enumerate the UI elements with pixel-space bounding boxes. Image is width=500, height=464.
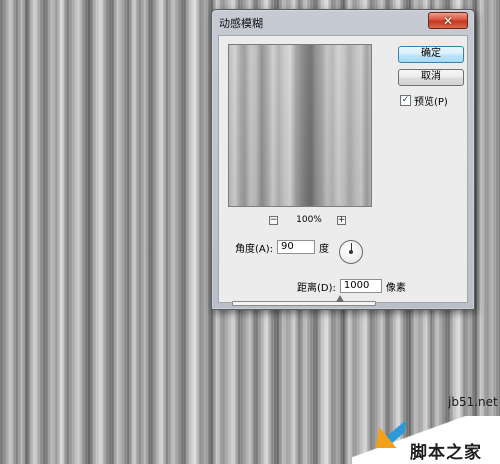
ok-button[interactable]: 确定 bbox=[398, 46, 464, 63]
preview-checkbox[interactable]: ✓ bbox=[400, 94, 411, 106]
motion-blur-dialog: 动感模糊 ✕ − 100% + 确定 取消 ✓ 预览(P) 角度(A): 90 bbox=[211, 9, 475, 310]
dialog-body: − 100% + 确定 取消 ✓ 预览(P) 角度(A): 90 度 距离(D)… bbox=[218, 35, 468, 306]
zoom-out-button[interactable]: − bbox=[269, 216, 278, 225]
dialog-titlebar[interactable]: 动感模糊 ✕ bbox=[212, 10, 474, 34]
distance-input[interactable]: 1000 bbox=[339, 279, 382, 293]
watermark-site: jb51.net bbox=[448, 395, 498, 409]
distance-unit: 像素 bbox=[385, 282, 406, 294]
angle-input[interactable]: 90 bbox=[277, 240, 316, 254]
close-button[interactable]: ✕ bbox=[428, 12, 468, 29]
preview-checkbox-row[interactable]: ✓ 预览(P) bbox=[400, 93, 448, 108]
zoom-controls: − 100% + bbox=[228, 214, 372, 228]
angle-dial-icon[interactable] bbox=[339, 240, 363, 264]
close-icon: ✕ bbox=[442, 13, 454, 28]
dialog-title: 动感模糊 bbox=[219, 17, 263, 30]
angle-row: 角度(A): 90 度 bbox=[235, 237, 329, 257]
angle-label: 角度(A): bbox=[235, 243, 274, 255]
zoom-in-button[interactable]: + bbox=[337, 216, 346, 225]
angle-unit: 度 bbox=[319, 243, 330, 255]
distance-slider-thumb[interactable] bbox=[336, 295, 344, 302]
zoom-out-icon: − bbox=[269, 215, 278, 225]
cancel-button[interactable]: 取消 bbox=[398, 69, 464, 86]
logo-icon bbox=[375, 422, 407, 448]
distance-slider-track[interactable] bbox=[232, 301, 376, 306]
check-icon: ✓ bbox=[401, 94, 410, 105]
preview-checkbox-label[interactable]: 预览(P) bbox=[414, 93, 448, 108]
distance-row: 距离(D): 1000 像素 bbox=[297, 278, 406, 294]
dial-center bbox=[349, 250, 353, 254]
watermark-brand: 脚本之家 bbox=[410, 443, 482, 463]
zoom-in-icon: + bbox=[337, 215, 346, 225]
preview-image[interactable] bbox=[228, 44, 372, 207]
zoom-level: 100% bbox=[296, 215, 322, 225]
distance-label: 距离(D): bbox=[297, 282, 336, 294]
